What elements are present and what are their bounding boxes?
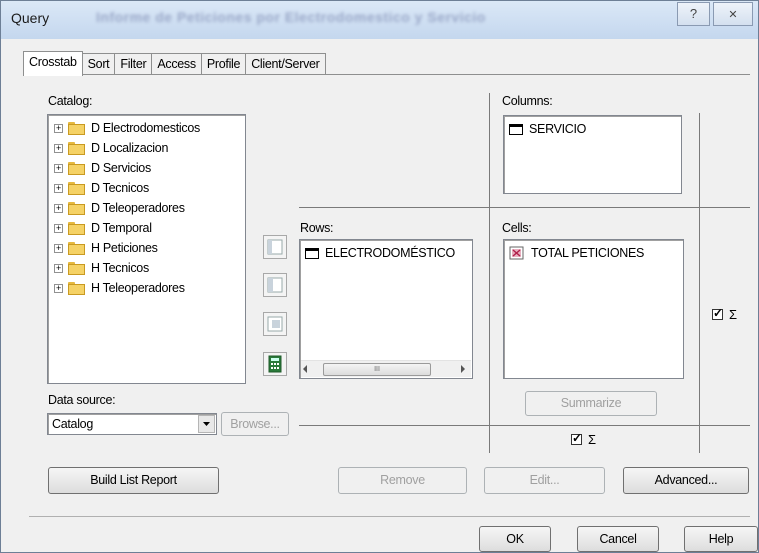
tree-item-label: D Servicios <box>91 161 151 175</box>
cells-list[interactable]: TOTAL PETICIONES <box>503 239 684 379</box>
folder-icon <box>68 282 85 295</box>
sigma-icon: Σ <box>588 432 597 447</box>
tree-item-h-peticiones[interactable]: + H Peticiones <box>48 239 228 259</box>
tab-page-bottom-border <box>29 516 750 517</box>
browse-button[interactable]: Browse... <box>221 412 289 436</box>
tree-item-label: D Localizacion <box>91 141 169 155</box>
row-totals-checkbox[interactable] <box>712 306 723 320</box>
crosstab-page: Catalog: + D Electrodomesticos + D Local… <box>1 1 758 552</box>
folder-icon <box>68 202 85 215</box>
scroll-right-arrow[interactable] <box>461 365 465 373</box>
expand-icon[interactable]: + <box>54 164 63 173</box>
tree-item-d-temporal[interactable]: + D Temporal <box>48 219 228 239</box>
rows-label: Rows: <box>300 221 334 235</box>
scroll-left-arrow[interactable] <box>303 365 307 373</box>
folder-icon <box>68 162 85 175</box>
tree-item-label: H Tecnicos <box>91 261 149 275</box>
advanced-button[interactable]: Advanced... <box>623 467 749 494</box>
data-source-select[interactable]: Catalog <box>47 413 217 435</box>
dropdown-arrow-button[interactable] <box>198 415 215 433</box>
tree-item-label: D Tecnicos <box>91 181 149 195</box>
column-item-label: SERVICIO <box>529 122 587 136</box>
expand-icon[interactable]: + <box>54 144 63 153</box>
edit-button[interactable]: Edit... <box>484 467 605 494</box>
expand-icon[interactable]: + <box>54 264 63 273</box>
row-item-electrodomestico[interactable]: ELECTRODOMÉSTICO <box>305 244 455 262</box>
grid-hline-top <box>299 207 750 208</box>
summarize-button[interactable]: Summarize <box>525 391 657 416</box>
cell-item-label: TOTAL PETICIONES <box>531 246 645 260</box>
data-source-value: Catalog <box>52 417 93 431</box>
add-to-cells-button[interactable] <box>263 312 287 336</box>
folder-icon <box>68 182 85 195</box>
column-totals-checkbox[interactable] <box>571 431 582 445</box>
ok-button[interactable]: OK <box>479 526 551 552</box>
tab-page-top-border <box>29 74 750 75</box>
chevron-down-icon <box>203 422 210 426</box>
expand-icon[interactable]: + <box>54 184 63 193</box>
column-totals-toggle[interactable]: Σ <box>571 431 597 447</box>
field-icon <box>305 247 319 259</box>
expand-icon[interactable]: + <box>54 284 63 293</box>
expand-icon[interactable]: + <box>54 124 63 133</box>
add-row-icon <box>267 277 283 293</box>
rows-horizontal-scrollbar[interactable]: III <box>301 360 471 377</box>
tree-item-label: D Temporal <box>91 221 152 235</box>
tree-item-label: H Peticiones <box>91 241 158 255</box>
tree-item-d-teleoperadores[interactable]: + D Teleoperadores <box>48 199 228 219</box>
row-item-label: ELECTRODOMÉSTICO <box>325 246 455 260</box>
folder-icon <box>68 222 85 235</box>
row-totals-toggle[interactable]: Σ <box>712 306 738 322</box>
folder-icon <box>68 142 85 155</box>
add-column-icon <box>267 239 283 255</box>
tree-item-h-tecnicos[interactable]: + H Tecnicos <box>48 259 228 279</box>
calculator-icon <box>268 355 282 373</box>
data-source-label: Data source: <box>48 393 116 407</box>
folder-icon <box>68 262 85 275</box>
catalog-tree[interactable]: + D Electrodomesticos + D Localizacion +… <box>47 114 246 384</box>
tree-item-label: D Teleoperadores <box>91 201 185 215</box>
folder-icon <box>68 242 85 255</box>
tree-item-d-servicios[interactable]: + D Servicios <box>48 159 228 179</box>
add-to-columns-button[interactable] <box>263 235 287 259</box>
add-to-rows-button[interactable] <box>263 273 287 297</box>
tree-item-d-electrodomesticos[interactable]: + D Electrodomesticos <box>48 119 228 139</box>
query-dialog: Query Informe de Peticiones por Electrod… <box>0 0 759 553</box>
column-item-servicio[interactable]: SERVICIO <box>509 120 586 138</box>
cancel-button[interactable]: Cancel <box>577 526 659 552</box>
folder-icon <box>68 122 85 135</box>
field-icon <box>509 123 523 135</box>
columns-label: Columns: <box>502 94 553 108</box>
grid-vline-right <box>699 113 700 453</box>
cell-item-total-peticiones[interactable]: TOTAL PETICIONES <box>509 244 644 262</box>
tree-item-label: D Electrodomesticos <box>91 121 200 135</box>
expand-icon[interactable]: + <box>54 204 63 213</box>
tree-item-d-tecnicos[interactable]: + D Tecnicos <box>48 179 228 199</box>
cells-label: Cells: <box>502 221 532 235</box>
catalog-label: Catalog: <box>48 94 93 108</box>
expand-icon[interactable]: + <box>54 224 63 233</box>
rows-list[interactable]: ELECTRODOMÉSTICO III <box>299 239 473 379</box>
grid-vline-left <box>489 93 490 453</box>
expand-icon[interactable]: + <box>54 244 63 253</box>
sigma-icon: Σ <box>729 307 738 322</box>
grid-hline-bottom <box>299 425 750 426</box>
scroll-thumb[interactable]: III <box>323 363 431 376</box>
add-cell-icon <box>267 316 283 332</box>
calculator-button[interactable] <box>263 352 287 376</box>
columns-list[interactable]: SERVICIO <box>503 115 682 194</box>
remove-button[interactable]: Remove <box>338 467 467 494</box>
tab-crosstab[interactable]: Crosstab <box>23 51 83 76</box>
tree-item-label: H Teleoperadores <box>91 281 185 295</box>
measure-icon <box>509 246 524 260</box>
build-list-report-button[interactable]: Build List Report <box>48 467 219 494</box>
tree-item-d-localizacion[interactable]: + D Localizacion <box>48 139 228 159</box>
help-button[interactable]: Help <box>684 526 758 552</box>
tree-item-h-teleoperadores[interactable]: + H Teleoperadores <box>48 279 228 299</box>
